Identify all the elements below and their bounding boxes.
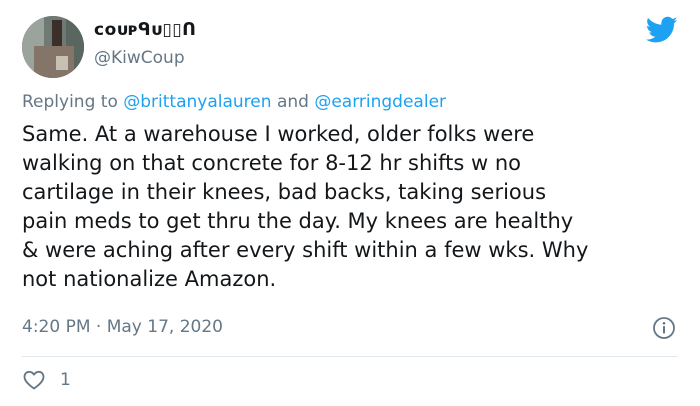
like-count: 1 (60, 370, 71, 390)
tweet-text-line: not nationalize Amazon. (22, 267, 277, 291)
twitter-bird-icon[interactable] (646, 16, 678, 44)
divider (22, 356, 678, 357)
mention-link-1[interactable]: @brittanyalauren (123, 92, 271, 112)
tweet-text-line: & were aching after every shift within a… (22, 238, 589, 262)
like-button[interactable]: 1 (22, 368, 71, 392)
author-handle[interactable]: @KiwCoup (94, 48, 185, 68)
tweet-text-line: walking on that concrete for 8-12 hr shi… (22, 151, 521, 175)
tweet-text: Same. At a warehouse I worked, older fol… (22, 120, 682, 294)
tweet-text-line: cartilage in their knees, bad backs, tak… (22, 180, 547, 204)
avatar[interactable] (22, 16, 84, 78)
tweet-text-line: pain meds to get thru the day. My knees … (22, 209, 574, 233)
reply-joiner: and (276, 92, 309, 112)
info-icon[interactable] (652, 316, 676, 340)
mention-link-2[interactable]: @earringdealer (314, 92, 446, 112)
reply-context: Replying to @brittanyalauren and @earrin… (22, 92, 446, 112)
avatar-image (22, 16, 84, 78)
author-display-name[interactable]: ᴄᴏᴜᴘᑫᴜ▯▯ᑎ (94, 20, 196, 40)
heart-icon[interactable] (22, 368, 46, 392)
tweet-timestamp[interactable]: 4:20 PM · May 17, 2020 (22, 317, 223, 337)
reply-prefix: Replying to (22, 92, 118, 112)
tweet-text-line: Same. At a warehouse I worked, older fol… (22, 122, 535, 146)
